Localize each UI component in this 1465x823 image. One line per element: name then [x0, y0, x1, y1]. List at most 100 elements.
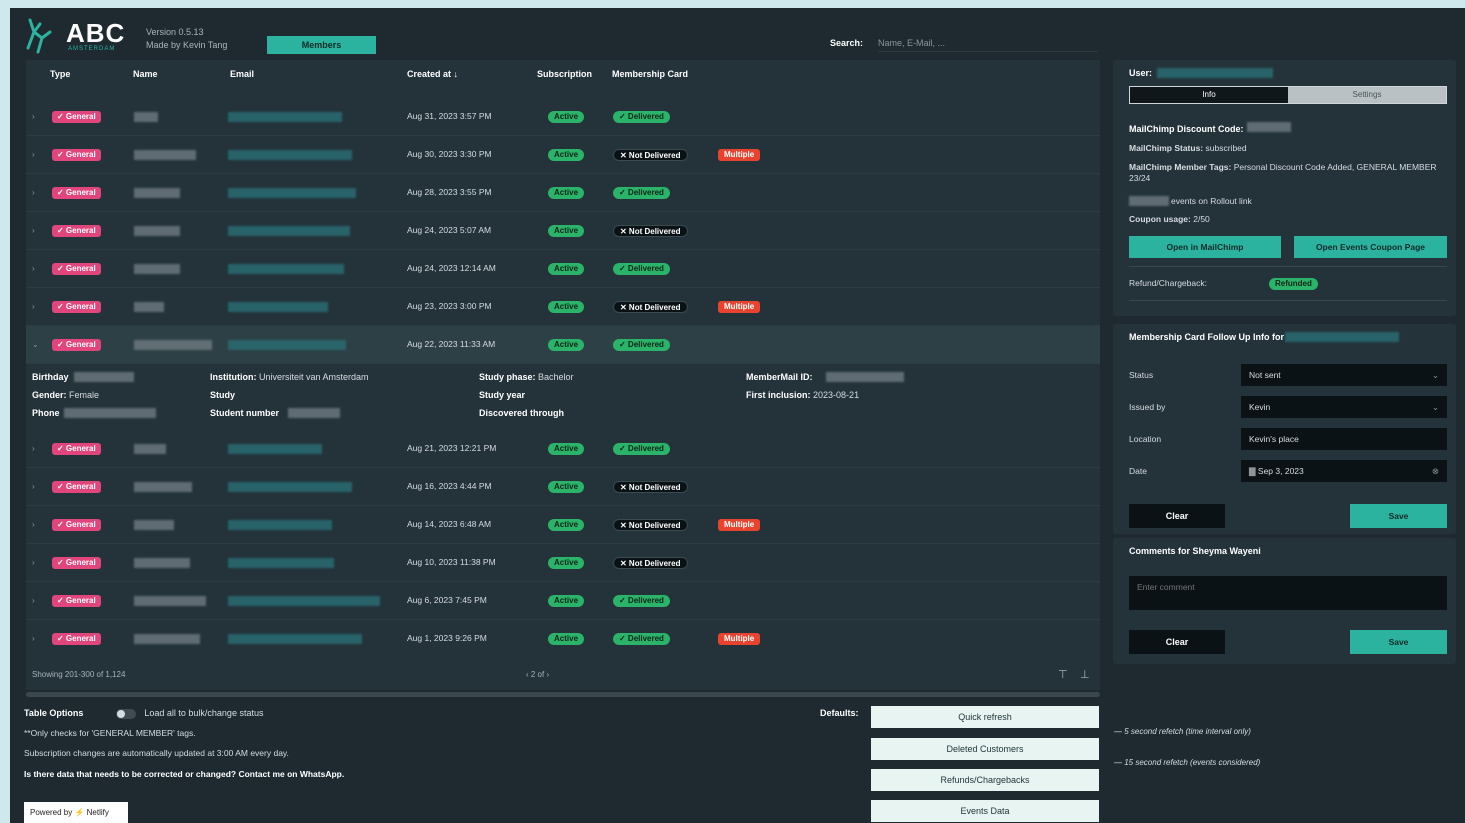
horizontal-scrollbar[interactable] — [26, 692, 1100, 697]
type-tag: ✓ General — [52, 301, 101, 313]
bulk-status-toggle[interactable] — [115, 708, 136, 719]
events-data-button[interactable]: Events Data — [871, 800, 1099, 822]
table-footer: Showing 201-300 of 1,124 ‹ 2 of › ⊤ ⊥ — [26, 658, 1100, 688]
mailchimp-status-value: subscribed — [1205, 143, 1247, 153]
defaults-label: Defaults: — [820, 708, 859, 718]
coupon-usage-label: Coupon usage: — [1129, 214, 1191, 224]
card-status-badge: ✓ Delivered — [613, 187, 670, 199]
clear-date-icon[interactable]: ⊗ — [1432, 460, 1439, 482]
user-tabs: Info Settings — [1129, 86, 1447, 104]
created-date: Aug 22, 2023 11:33 AM — [407, 339, 496, 349]
coupon-usage-value: 2/50 — [1193, 214, 1210, 224]
date-label: Date — [1129, 466, 1147, 476]
col-membership-card[interactable]: Membership Card — [612, 69, 688, 79]
chevron-down-icon[interactable]: ⌄ — [32, 340, 39, 349]
chevron-right-icon[interactable]: › — [32, 264, 35, 273]
tab-settings[interactable]: Settings — [1288, 87, 1446, 103]
name-redacted — [134, 634, 200, 644]
open-mailchimp-button[interactable]: Open in MailChimp — [1129, 236, 1281, 258]
created-date: Aug 24, 2023 12:14 AM — [407, 263, 496, 273]
chevron-right-icon[interactable]: › — [32, 302, 35, 311]
chevron-right-icon[interactable]: › — [32, 150, 35, 159]
tab-info[interactable]: Info — [1130, 87, 1288, 103]
created-date: Aug 23, 2023 3:00 PM — [407, 301, 492, 311]
created-date: Aug 28, 2023 3:55 PM — [407, 187, 492, 197]
discount-code-redacted — [1247, 122, 1291, 132]
chevron-right-icon[interactable]: › — [32, 520, 35, 529]
table-row-expanded[interactable]: ⌄ ✓ General Aug 22, 2023 11:33 AM Active… — [26, 326, 1100, 364]
gender-label: Gender: — [32, 390, 67, 400]
col-email[interactable]: Email — [230, 69, 254, 79]
table-row[interactable]: › ✓ General Aug 24, 2023 12:14 AM Active… — [26, 250, 1100, 288]
chevron-right-icon[interactable]: › — [32, 482, 35, 491]
email-redacted — [228, 264, 344, 274]
followup-clear-button[interactable]: Clear — [1129, 504, 1225, 528]
table-row[interactable]: › ✓ General Aug 30, 2023 3:30 PM Active … — [26, 136, 1100, 174]
table-row[interactable]: › ✓ General Aug 24, 2023 5:07 AM Active … — [26, 212, 1100, 250]
table-row[interactable]: › ✓ General Aug 31, 2023 3:57 PM Active … — [26, 98, 1100, 136]
study-label: Study — [210, 390, 236, 400]
comment-clear-button[interactable]: Clear — [1129, 630, 1225, 654]
col-name[interactable]: Name — [133, 69, 158, 79]
table-row[interactable]: › ✓ General Aug 1, 2023 9:26 PM Active ✓… — [26, 620, 1100, 658]
email-redacted — [228, 226, 350, 236]
comment-save-button[interactable]: Save — [1350, 630, 1447, 654]
institution-value: Universiteit van Amsterdam — [259, 372, 369, 382]
type-tag: ✓ General — [52, 225, 101, 237]
pagination[interactable]: ‹ 2 of › — [526, 670, 549, 679]
col-type[interactable]: Type — [50, 69, 70, 79]
chevron-right-icon[interactable]: › — [32, 112, 35, 121]
location-input[interactable]: Kevin's place — [1241, 428, 1447, 450]
brand-subtitle: AMSTERDAM — [68, 46, 116, 52]
name-redacted — [134, 150, 196, 160]
chevron-right-icon[interactable]: › — [32, 226, 35, 235]
deleted-customers-button[interactable]: Deleted Customers — [871, 738, 1099, 760]
open-coupon-page-button[interactable]: Open Events Coupon Page — [1294, 236, 1447, 258]
showing-count: Showing 201-300 of 1,124 — [32, 670, 126, 679]
events-count-redacted — [1129, 196, 1169, 206]
issued-by-select[interactable]: Kevin ⌄ — [1241, 396, 1447, 418]
created-date: Aug 16, 2023 4:44 PM — [407, 481, 492, 491]
type-tag: ✓ General — [52, 339, 101, 351]
email-redacted — [228, 596, 380, 606]
created-date: Aug 14, 2023 6:48 AM — [407, 519, 492, 529]
made-by-text: Made by Kevin Tang — [146, 40, 228, 50]
followup-user-redacted — [1285, 332, 1399, 342]
name-redacted — [134, 520, 174, 530]
powered-by-badge[interactable]: Powered by ⚡ Netlify — [24, 802, 128, 823]
followup-save-button[interactable]: Save — [1350, 504, 1447, 528]
col-subscription[interactable]: Subscription — [537, 69, 592, 79]
table-row[interactable]: › ✓ General Aug 28, 2023 3:55 PM Active … — [26, 174, 1100, 212]
date-picker[interactable]: ▇ Sep 3, 2023 ⊗ — [1241, 460, 1447, 482]
table-row[interactable]: › ✓ General Aug 10, 2023 11:38 PM Active… — [26, 544, 1100, 582]
chevron-right-icon[interactable]: › — [32, 596, 35, 605]
subscription-badge: Active — [548, 443, 585, 455]
search-input[interactable] — [878, 34, 1098, 52]
filter-icon[interactable]: ⊤ — [1058, 668, 1068, 681]
study-phase-value: Bachelor — [538, 372, 574, 382]
type-tag: ✓ General — [52, 111, 101, 123]
chevron-right-icon[interactable]: › — [32, 558, 35, 567]
version-info: Version 0.5.13 Made by Kevin Tang — [146, 26, 227, 52]
email-redacted — [228, 188, 356, 198]
chevron-right-icon[interactable]: › — [32, 634, 35, 643]
institution-label: Institution: — [210, 372, 257, 382]
chevron-right-icon[interactable]: › — [32, 444, 35, 453]
comment-input[interactable] — [1129, 576, 1447, 610]
subscription-badge: Active — [548, 187, 585, 199]
table-row[interactable]: › ✓ General Aug 14, 2023 6:48 AM Active … — [26, 506, 1100, 544]
table-row[interactable]: › ✓ General Aug 21, 2023 12:21 PM Active… — [26, 430, 1100, 468]
table-row[interactable]: › ✓ General Aug 23, 2023 3:00 PM Active … — [26, 288, 1100, 326]
members-nav-button[interactable]: Members — [267, 36, 376, 54]
chevron-right-icon[interactable]: › — [32, 188, 35, 197]
quick-refresh-button[interactable]: Quick refresh — [871, 706, 1099, 728]
created-date: Aug 6, 2023 7:45 PM — [407, 595, 487, 605]
table-options-title: Table Options — [24, 708, 84, 718]
status-select[interactable]: Not sent ⌄ — [1241, 364, 1447, 386]
export-icon[interactable]: ⊥ — [1080, 668, 1090, 681]
table-row[interactable]: › ✓ General Aug 6, 2023 7:45 PM Active ✓… — [26, 582, 1100, 620]
refunds-chargebacks-button[interactable]: Refunds/Chargebacks — [871, 769, 1099, 791]
table-row[interactable]: › ✓ General Aug 16, 2023 4:44 PM Active … — [26, 468, 1100, 506]
created-date: Aug 24, 2023 5:07 AM — [407, 225, 492, 235]
col-created-at[interactable]: Created at ↓ — [407, 69, 458, 79]
